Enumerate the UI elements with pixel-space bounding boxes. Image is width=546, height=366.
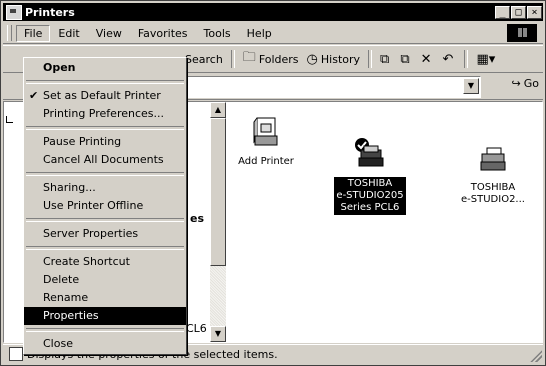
menu-item-printing-preferences[interactable]: Printing Preferences... [24,105,186,123]
search-button[interactable]: Search [181,48,227,70]
printer-item-selected[interactable]: TOSHIBA e-STUDIO205 Series PCL6 [330,136,410,215]
status-icon [9,347,23,361]
menu-item-set-default-label: Set as Default Printer [43,89,161,102]
menu-item-rename[interactable]: Rename [24,289,186,307]
menubar-grip[interactable] [7,25,12,41]
menu-item-cancel-all[interactable]: Cancel All Documents [24,151,186,169]
printer-label: TOSHIBA e-STUDIO2... [461,182,525,205]
menu-separator [26,126,184,130]
views-button[interactable]: ▦▾ [472,48,502,70]
menu-item-delete[interactable]: Delete [24,271,186,289]
minimize-button[interactable]: _ [495,5,510,19]
add-printer-label: Add Printer [238,156,294,167]
menu-item-close[interactable]: Close [24,335,186,353]
default-printer-icon [355,138,384,167]
left-pane-heading-fragment: es [190,212,205,225]
menu-item-create-shortcut[interactable]: Create Shortcut [24,253,186,271]
folders-button[interactable]: 🗀 Folders [239,48,303,70]
address-field[interactable]: ▼ [183,76,481,98]
delete-icon: ✕ [420,51,432,67]
toolbar-separator [230,50,235,68]
window-title: Printers [25,5,75,19]
resize-grip[interactable] [530,350,542,362]
undo-button[interactable]: ↶ [439,48,461,70]
move-to-button[interactable]: ⧉ [376,48,396,70]
scroll-up-button[interactable]: ▲ [210,102,226,118]
pane-corner-mark [6,116,13,123]
move-to-icon: ⧉ [380,51,390,67]
printers-window: Printers _ □ × File Edit View Favorites … [0,0,546,366]
printer-item[interactable]: TOSHIBA e-STUDIO2... [448,144,538,207]
menu-separator [26,172,184,176]
views-icon: ▦▾ [476,51,496,67]
menu-item-use-offline[interactable]: Use Printer Offline [24,197,186,215]
go-button-label: Go [523,77,539,90]
add-printer-item[interactable]: Add Printer [236,116,296,169]
history-icon: ◷ [306,51,318,67]
left-pane-name-fragment: CL6 [186,322,207,335]
menu-item-sharing[interactable]: Sharing... [24,179,186,197]
printers-folder-icon[interactable] [6,4,22,20]
scroll-thumb[interactable] [210,118,226,266]
copy-to-button[interactable]: ⧉ [396,48,416,70]
menu-separator [26,328,184,332]
printers-list: Add Printer TOSHIBA e-STUDIO205 Series P… [226,102,542,342]
address-dropdown-button[interactable]: ▼ [463,78,479,94]
menu-bar: File Edit View Favorites Tools Help [3,23,543,44]
copy-to-icon: ⧉ [400,51,410,67]
menu-item-pause-printing[interactable]: Pause Printing [24,133,186,151]
menu-view[interactable]: View [88,25,130,42]
title-bar: Printers _ □ × [3,3,543,21]
menu-file[interactable]: File [16,24,51,42]
menu-separator [26,80,184,84]
toolbar-separator [368,50,373,68]
close-button[interactable]: × [527,5,542,19]
checkmark-icon: ✔ [29,89,39,102]
windows-logo-icon [507,24,537,42]
menu-item-open[interactable]: Open [24,59,186,77]
delete-button[interactable]: ✕ [417,48,439,70]
scroll-down-button[interactable]: ▼ [210,326,226,342]
menu-separator [26,246,184,250]
add-printer-icon [253,117,278,146]
menu-favorites[interactable]: Favorites [130,25,196,42]
left-pane-scrollbar[interactable]: ▲ ▼ [210,102,226,342]
menu-item-properties[interactable]: Properties [24,307,186,325]
toolbar-separator [464,50,469,68]
history-button-label: History [320,52,361,66]
go-arrow-icon: ↪ [511,77,521,90]
history-button[interactable]: ◷ History [303,48,364,70]
printer-icon [480,147,506,171]
menu-item-server-properties[interactable]: Server Properties [24,225,186,243]
folders-button-label: Folders [258,52,299,66]
menu-help[interactable]: Help [239,25,280,42]
file-menu-dropdown: Open ✔ Set as Default Printer Printing P… [23,57,187,355]
menu-item-set-default[interactable]: ✔ Set as Default Printer [24,87,186,105]
go-button[interactable]: ↪ Go [512,77,539,90]
menu-edit[interactable]: Edit [50,25,87,42]
undo-icon: ↶ [442,51,454,67]
menu-separator [26,218,184,222]
search-button-label: Search [185,52,223,66]
maximize-button[interactable]: □ [511,5,526,19]
folders-icon: 🗀 [242,50,256,65]
printer-label-selected: TOSHIBA e-STUDIO205 Series PCL6 [334,177,406,215]
menu-tools[interactable]: Tools [196,25,239,42]
